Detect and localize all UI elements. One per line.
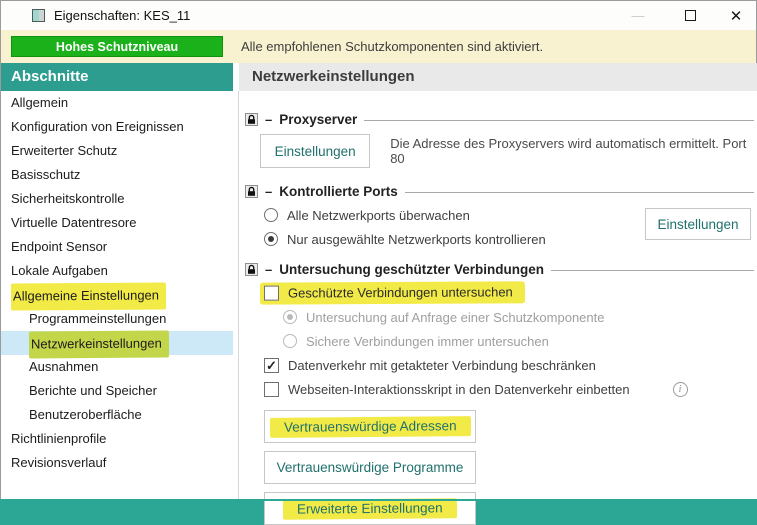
marker-highlight: Allgemeine Einstellungen xyxy=(10,282,167,311)
window-title: Eigenschaften: KES_11 xyxy=(54,8,191,23)
properties-dialog: Eigenschaften: KES_11 — ✕ Hohes Schutzni… xyxy=(0,0,757,525)
marker-highlight: Geschützte Verbindungen untersuchen xyxy=(259,281,525,305)
sidebar-item-programmeinstellungen[interactable]: Programmeinstellungen xyxy=(1,307,233,331)
maximize-icon xyxy=(684,10,696,21)
radio-row-scan-on-request: Untersuchung auf Anfrage einer Schutzkom… xyxy=(283,309,755,325)
ports-section-title: Kontrollierte Ports xyxy=(279,184,398,199)
checkbox-metered-label: Datenverkehr mit getakteter Verbindung b… xyxy=(288,357,596,373)
radio-scan-always-label: Sichere Verbindungen immer untersuchen xyxy=(306,333,549,349)
sidebar-item-erweiterter-schutz[interactable]: Erweiterter Schutz xyxy=(1,139,233,163)
checkbox-scan-connections[interactable] xyxy=(263,285,280,301)
secure-connections-section-title: Untersuchung geschützter Verbindungen xyxy=(279,262,545,277)
banner-message: Alle empfohlenen Schutzkomponenten sind … xyxy=(241,39,544,54)
sidebar-item-netzwerkeinstellungen[interactable]: Netzwerkeinstellungen xyxy=(1,330,233,359)
radio-row-scan-always: Sichere Verbindungen immer untersuchen xyxy=(283,333,755,349)
lock-icon xyxy=(245,113,258,126)
page-title: Netzwerkeinstellungen xyxy=(239,63,757,91)
checkbox-metered[interactable]: ✓ xyxy=(264,357,279,373)
proxy-section-header: – Proxyserver xyxy=(245,112,755,127)
sidebar-item-basisschutz[interactable]: Basisschutz xyxy=(1,163,233,187)
collapse-indicator[interactable]: – xyxy=(265,262,272,277)
marker-highlight: Netzwerkeinstellungen xyxy=(28,330,169,359)
radio-selected-ports-label: Nur ausgewählte Netzwerkports kontrollie… xyxy=(287,231,546,247)
sidebar-item-ausnahmen[interactable]: Ausnahmen xyxy=(1,355,233,379)
radio-selected-ports[interactable] xyxy=(264,232,278,246)
minimize-button: — xyxy=(631,8,645,23)
proxy-description: Die Adresse des Proxyservers wird automa… xyxy=(390,136,747,166)
marker-highlight: Vertrauenswürdige Adressen xyxy=(269,415,471,438)
collapse-indicator[interactable]: – xyxy=(265,184,272,199)
lock-icon xyxy=(245,185,258,198)
sidebar-item-allgemeine-einstellungen[interactable]: Allgemeine Einstellungen xyxy=(1,282,233,311)
checkbox-row-scan-connections[interactable]: Geschützte Verbindungen untersuchen xyxy=(259,281,755,305)
sidebar-item-berichte-und-speicher[interactable]: Berichte und Speicher xyxy=(1,379,233,403)
checkbox-scan-connections-label: Geschützte Verbindungen untersuchen xyxy=(287,284,513,301)
title-bar: Eigenschaften: KES_11 — ✕ xyxy=(1,1,756,30)
proxy-section-title: Proxyserver xyxy=(279,112,358,127)
lock-icon xyxy=(245,263,258,276)
checkbox-script[interactable] xyxy=(264,381,279,397)
section-rule xyxy=(364,120,754,121)
sidebar-item-richtlinienprofile[interactable]: Richtlinienprofile xyxy=(1,427,233,451)
sidebar-item-lokale-aufgaben[interactable]: Lokale Aufgaben xyxy=(1,259,233,283)
radio-all-ports-label: Alle Netzwerkports überwachen xyxy=(287,207,470,223)
proxy-settings-button[interactable]: Einstellungen xyxy=(260,134,371,168)
sidebar-item-benutzeroberflaeche[interactable]: Benutzeroberfläche xyxy=(1,403,233,427)
radio-scan-always xyxy=(283,334,297,348)
app-icon xyxy=(32,9,45,22)
section-rule xyxy=(404,192,754,193)
network-settings-panel: Netzwerkeinstellungen – Proxyserver Eins… xyxy=(239,63,757,525)
ports-section-header: – Kontrollierte Ports xyxy=(245,184,755,199)
sidebar-item-konfiguration-von-ereignissen[interactable]: Konfiguration von Ereignissen xyxy=(1,115,233,139)
secure-connections-section-header: – Untersuchung geschützter Verbindungen xyxy=(245,262,755,277)
advanced-settings-button[interactable]: Erweiterte Einstellungen xyxy=(264,492,476,525)
trusted-programs-button[interactable]: Vertrauenswürdige Programme xyxy=(264,451,476,484)
trusted-addresses-button[interactable]: Vertrauenswürdige Adressen xyxy=(264,410,476,443)
checkbox-row-script[interactable]: Webseiten-Interaktionsskript in den Date… xyxy=(264,381,755,397)
trusted-programs-button-label: Vertrauenswürdige Programme xyxy=(276,460,464,475)
collapse-indicator[interactable]: – xyxy=(265,112,272,127)
protection-level-badge[interactable]: Hohes Schutzniveau xyxy=(11,36,223,57)
status-banner: Hohes Schutzniveau Alle empfohlenen Schu… xyxy=(1,30,756,63)
checkbox-row-metered[interactable]: ✓ Datenverkehr mit getakteter Verbindung… xyxy=(264,357,755,373)
maximize-button[interactable] xyxy=(673,1,707,30)
sidebar-item-revisionsverlauf[interactable]: Revisionsverlauf xyxy=(1,451,233,475)
info-icon[interactable]: i xyxy=(672,381,688,397)
sidebar-item-sicherheitskontrolle[interactable]: Sicherheitskontrolle xyxy=(1,187,233,211)
sidebar-header: Abschnitte xyxy=(1,63,233,91)
radio-scan-on-request xyxy=(283,310,297,324)
sidebar-item-endpoint-sensor[interactable]: Endpoint Sensor xyxy=(1,235,233,259)
sections-sidebar: Abschnitte Allgemein Konfiguration von E… xyxy=(1,63,233,499)
section-rule xyxy=(551,270,754,271)
ports-settings-button[interactable]: Einstellungen xyxy=(645,208,751,240)
radio-all-ports[interactable] xyxy=(264,208,278,222)
sidebar-item-allgemein[interactable]: Allgemein xyxy=(1,91,233,115)
sidebar-item-virtuelle-datentresore[interactable]: Virtuelle Datentresore xyxy=(1,211,233,235)
radio-scan-on-request-label: Untersuchung auf Anfrage einer Schutzkom… xyxy=(306,309,605,325)
close-button[interactable]: ✕ xyxy=(719,1,753,30)
checkbox-script-label: Webseiten-Interaktionsskript in den Date… xyxy=(288,381,630,397)
